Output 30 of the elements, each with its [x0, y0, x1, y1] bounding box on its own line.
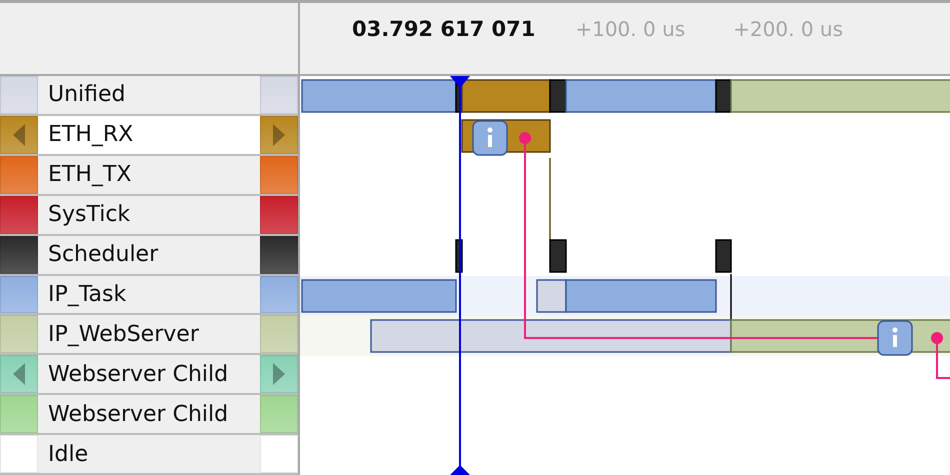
row-label[interactable]: Webserver Child [38, 395, 260, 434]
scheduler-bar [715, 239, 732, 273]
next-arrow-icon[interactable] [273, 363, 285, 386]
tick-label: +100. 0 us [575, 17, 686, 41]
info-icon[interactable] [472, 120, 508, 156]
row-label[interactable]: SysTick [38, 196, 260, 234]
color-swatch[interactable] [0, 355, 38, 394]
row-label[interactable]: IP_WebServer [38, 315, 260, 354]
scheduler-bar [549, 239, 567, 273]
connector-line [730, 274, 732, 320]
event-dot [519, 132, 531, 144]
row-label[interactable]: Webserver Child [38, 355, 260, 394]
row-label[interactable]: Scheduler [38, 236, 260, 274]
scheduler-bar [715, 79, 732, 113]
scheduler-bar [549, 79, 567, 113]
tick-label: +200. 0 us [733, 17, 843, 41]
prev-arrow-icon[interactable] [13, 363, 25, 386]
row-label[interactable]: ETH_TX [38, 156, 260, 194]
color-swatch[interactable] [260, 355, 298, 394]
row-label[interactable]: IP_Task [38, 276, 260, 314]
cursor-time: 03.792 617 071 [352, 17, 536, 41]
next-arrow-icon[interactable] [273, 124, 285, 146]
row-label[interactable]: Idle [38, 435, 260, 474]
ready-bar [536, 279, 567, 313]
event-dot [931, 332, 943, 344]
prev-arrow-icon[interactable] [13, 124, 25, 146]
row-label[interactable]: Unified [38, 76, 260, 114]
info-icon[interactable] [877, 320, 913, 356]
color-swatch[interactable] [0, 116, 38, 154]
color-swatch[interactable] [260, 116, 298, 154]
